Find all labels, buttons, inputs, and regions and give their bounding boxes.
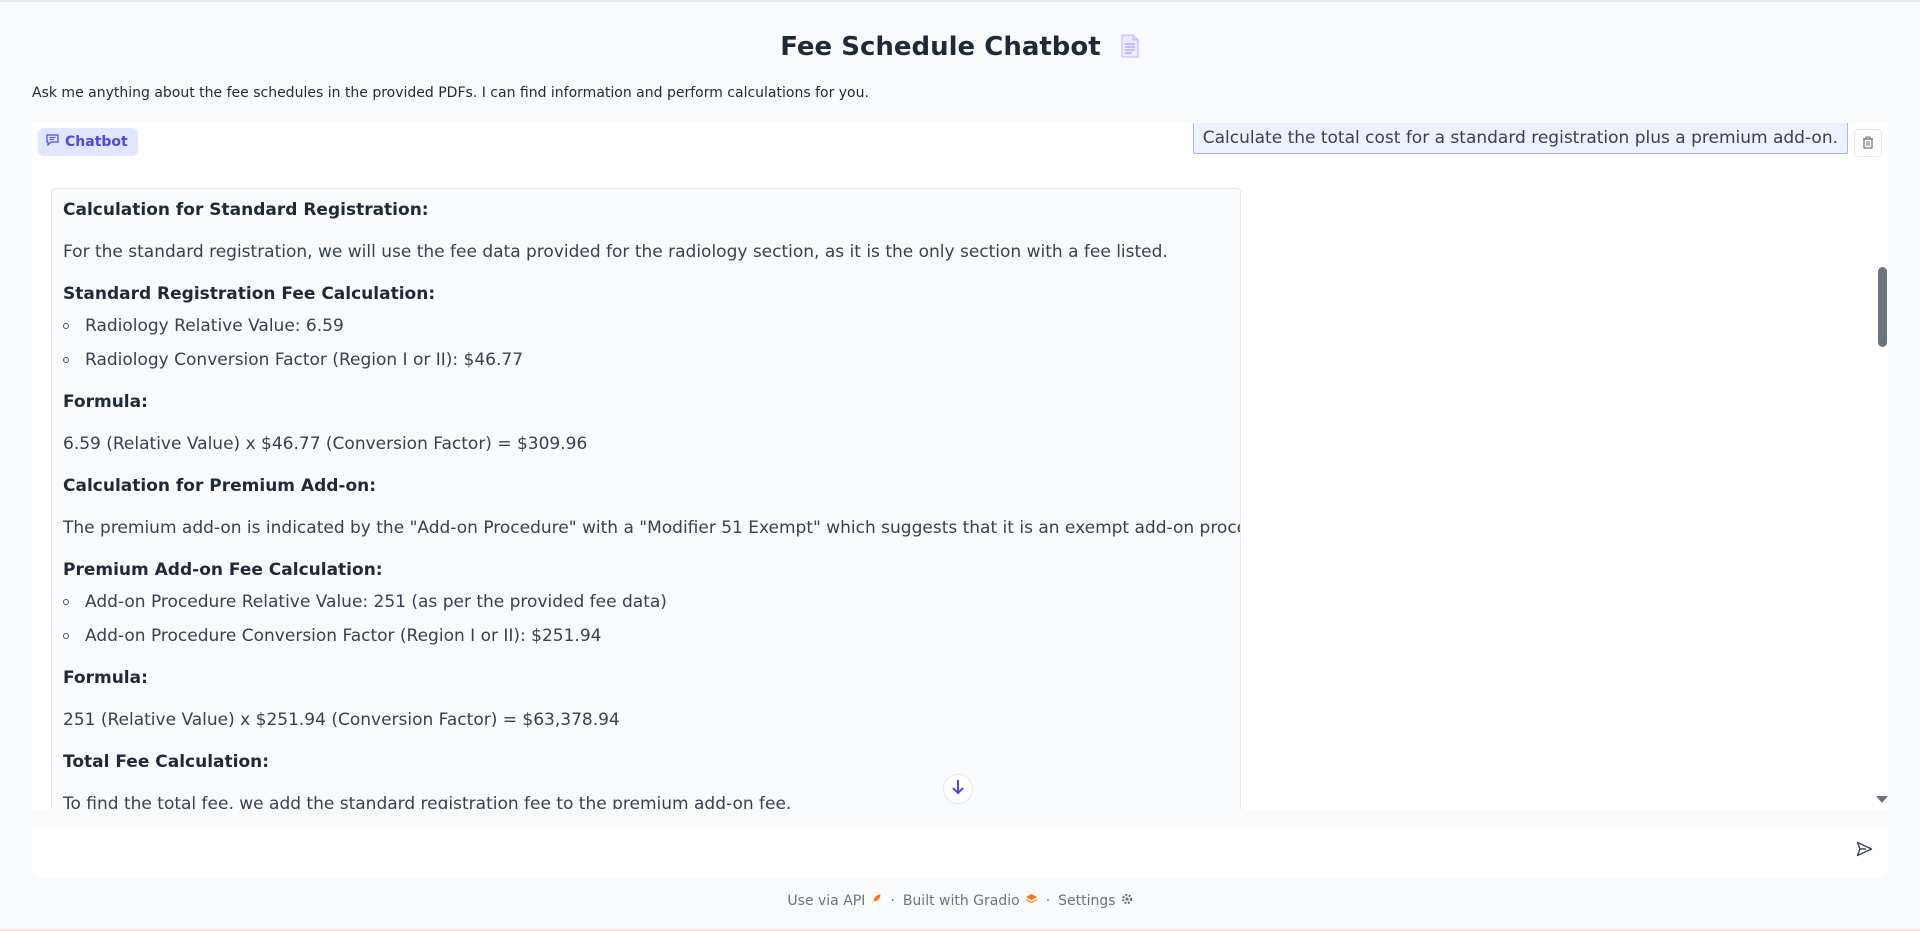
bot-paragraph: For the standard registration, we will u… (63, 242, 1168, 262)
footer-separator: · (1045, 893, 1051, 909)
scrollbar-thumb[interactable] (1878, 267, 1887, 347)
bot-heading: Formula: (63, 668, 148, 688)
arrow-down-icon (951, 779, 965, 799)
clear-chat-button[interactable] (1854, 129, 1882, 157)
settings-link[interactable]: Settings (1058, 893, 1132, 909)
chatbot-label-text: Chatbot (65, 134, 128, 150)
bullet-icon (63, 323, 69, 329)
bot-heading: Standard Registration Fee Calculation: (63, 284, 436, 304)
page-title: Fee Schedule Chatbot (0, 32, 1920, 65)
bot-heading: Calculation for Standard Registration: (63, 200, 429, 220)
bullet-icon (63, 599, 69, 605)
bullet-icon (63, 633, 69, 639)
bot-paragraph: 251 (Relative Value) x $251.94 (Conversi… (63, 710, 620, 730)
bot-paragraph: The premium add-on is indicated by the "… (63, 518, 1241, 538)
gradio-logo-icon (1025, 893, 1038, 909)
footer-separator: · (890, 893, 895, 909)
list-item: Radiology Conversion Factor (Region I or… (63, 350, 523, 370)
bot-heading: Calculation for Premium Add-on: (63, 476, 377, 496)
trash-icon (1862, 134, 1874, 153)
use-via-api-link[interactable]: Use via API (787, 893, 882, 909)
message-input[interactable] (32, 825, 1832, 877)
bot-paragraph: 6.59 (Relative Value) x $46.77 (Conversi… (63, 434, 588, 454)
bot-paragraph: To find the total fee, we add the standa… (63, 794, 792, 809)
scroll-down-arrow-icon[interactable] (1876, 796, 1888, 803)
document-icon (1120, 34, 1140, 65)
bullet-icon (63, 357, 69, 363)
bot-heading: Formula: (63, 392, 148, 412)
bot-message: Calculation for Standard Registration: F… (51, 188, 1241, 809)
bot-heading: Premium Add-on Fee Calculation: (63, 560, 383, 580)
user-message: Calculate the total cost for a standard … (1192, 123, 1848, 154)
chatbot-panel[interactable]: Chatbot Calculate the total cost for a s… (32, 123, 1888, 809)
message-input-bar (32, 825, 1888, 877)
list-item: Add-on Procedure Relative Value: 251 (as… (63, 592, 667, 612)
scroll-to-bottom-button[interactable] (943, 774, 973, 804)
list-item: Add-on Procedure Conversion Factor (Regi… (63, 626, 601, 646)
page-description: Ask me anything about the fee schedules … (32, 85, 869, 101)
list-item: Radiology Relative Value: 6.59 (63, 316, 344, 336)
top-border (0, 0, 1920, 2)
bot-heading: Total Fee Calculation: (63, 752, 270, 772)
send-icon (1856, 841, 1873, 861)
chat-bubble-icon (46, 134, 59, 150)
rocket-icon (870, 893, 882, 909)
gear-icon (1121, 893, 1133, 909)
chatbot-label: Chatbot (38, 128, 138, 156)
footer: Use via API · Built with Gradio · Settin… (0, 893, 1920, 909)
send-button[interactable] (1852, 839, 1876, 863)
built-with-gradio-link[interactable]: Built with Gradio (903, 893, 1038, 909)
